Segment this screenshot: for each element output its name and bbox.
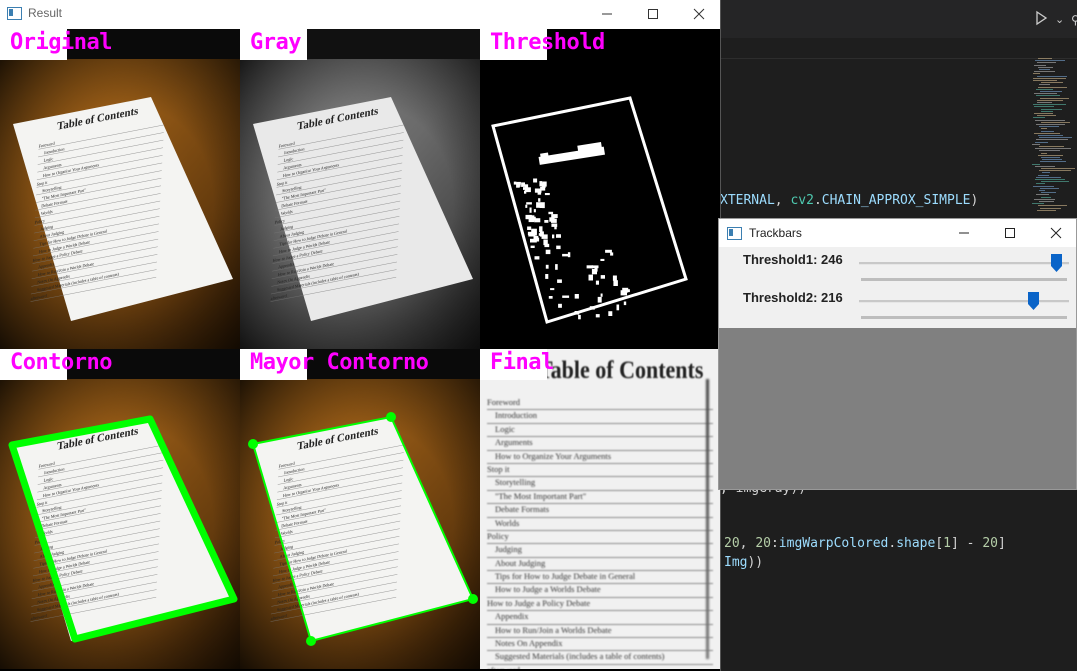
final-entry: How to Run/Join a Worlds Debate [487, 625, 713, 639]
trackbars-body: Threshold1: 246 Threshold2: 216 [719, 248, 1076, 328]
maximize-icon [648, 9, 658, 19]
maximize-button[interactable] [987, 219, 1033, 247]
final-heading: Table of Contents [538, 355, 704, 384]
final-entry: Tips for How to Judge Debate in General [487, 571, 713, 585]
panel-threshold: Threshold [480, 29, 720, 349]
code-line[interactable]: 20, 20:imgWarpColored.shape[1] - 20] [724, 535, 1006, 553]
final-entry: Appendix [487, 611, 713, 625]
original-image: Table of ContentsForewordIntroductionLog… [0, 29, 240, 349]
minimize-icon [959, 232, 969, 234]
panel-label: Final [490, 350, 554, 375]
editor-title-bar [720, 0, 1077, 38]
threshold2-label: Threshold2: 216 [743, 290, 843, 305]
final-entry: Suggested Materials (includes a table of… [487, 651, 713, 665]
result-image-grid: Table of Contents Foreword Introduction Log… [0, 29, 720, 671]
threshold1-label: Threshold1: 246 [743, 252, 843, 267]
panel-label: Contorno [10, 350, 112, 375]
biggest-contour-image: Table of ContentsForewordIntroductionLog… [240, 349, 480, 669]
window-title: Result [28, 6, 63, 20]
final-entry: How to Judge a Worlds Debate [487, 584, 713, 598]
final-entry: Logic [487, 424, 713, 438]
final-entry: Introduction [487, 410, 713, 424]
final-entry: How to Organize Your Arguments [487, 451, 713, 464]
panel-original: Table of Contents Foreword Introduction Log… [0, 29, 240, 349]
panel-gray: Table of Contents Foreword Introduction Log… [240, 29, 480, 349]
final-entry: Policy [487, 531, 713, 545]
panel-contorno: Table of Contents Foreword Introduction Log… [0, 349, 240, 669]
final-entry: Judging [487, 544, 713, 558]
final-entry: Worlds [487, 518, 713, 531]
code-line[interactable]: XTERNAL, cv2.CHAIN_APPROX_SIMPLE) [720, 192, 978, 210]
threshold2-slider-thumb[interactable] [1027, 292, 1039, 310]
minimap[interactable] [1032, 58, 1077, 218]
contour-image: Table of ContentsForewordIntroductionLog… [0, 349, 240, 669]
panel-label: Threshold [490, 30, 605, 55]
threshold1-tick-bar [861, 278, 1067, 281]
maximize-icon [1005, 228, 1015, 238]
threshold2-tick-bar [861, 316, 1067, 319]
final-entry: About Judging [487, 558, 713, 572]
panel-final: Table of Contents Foreword Introduction Lo… [480, 349, 720, 669]
close-icon [693, 8, 705, 20]
final-entry: Debate Formats [487, 504, 713, 518]
final-entry: Stop it [487, 464, 713, 478]
maximize-button[interactable] [630, 0, 676, 28]
minimize-icon [602, 13, 612, 15]
gray-image: Table of ContentsForewordIntroductionLog… [240, 29, 480, 349]
overflow-icon[interactable]: ⚲ [1071, 10, 1077, 30]
final-entry: Notes On Appendix [487, 638, 713, 652]
window-title-bar[interactable]: Result [0, 0, 720, 28]
close-icon [1050, 227, 1062, 239]
minimize-button[interactable] [584, 0, 630, 28]
minimize-button[interactable] [941, 219, 987, 247]
panel-label: Mayor Contorno [250, 350, 429, 375]
final-entry: Arguments [487, 437, 713, 451]
run-icon[interactable] [1033, 10, 1053, 30]
final-entry: Foreword [487, 397, 713, 411]
trackbars-window: Trackbars Threshold1: 246 Threshold2: 21… [718, 218, 1077, 490]
warped-document-image: Table of Contents Foreword Introduction Lo… [480, 349, 720, 669]
threshold1-slider-thumb[interactable] [1050, 254, 1062, 272]
panel-mayor-contorno: Table of Contents Foreword Introduction Log… [240, 349, 480, 669]
panel-label: Original [10, 30, 112, 55]
panel-label: Gray [250, 30, 301, 55]
window-title-bar[interactable]: Trackbars [719, 219, 1076, 247]
final-entry: How to Judge a Policy Debate [487, 598, 713, 612]
chevron-down-icon[interactable]: ⌄ [1055, 10, 1069, 30]
threshold1-slider-track[interactable] [859, 262, 1069, 265]
trackbars-empty-area [719, 328, 1076, 489]
code-line[interactable]: Img)) [724, 554, 763, 572]
final-entry: Storytelling [487, 477, 713, 491]
window-app-icon [727, 227, 742, 240]
window-app-icon [7, 7, 22, 20]
final-entry: afterword [487, 665, 713, 669]
window-title: Trackbars [749, 226, 802, 240]
close-button[interactable] [1033, 219, 1077, 247]
threshold-image [480, 29, 720, 349]
final-entry: "The Most Important Part" [487, 491, 713, 505]
result-window: Result Table of Contents Foreword Introd… [0, 0, 721, 671]
editor-tab-strip [720, 38, 1077, 59]
close-button[interactable] [676, 0, 722, 28]
